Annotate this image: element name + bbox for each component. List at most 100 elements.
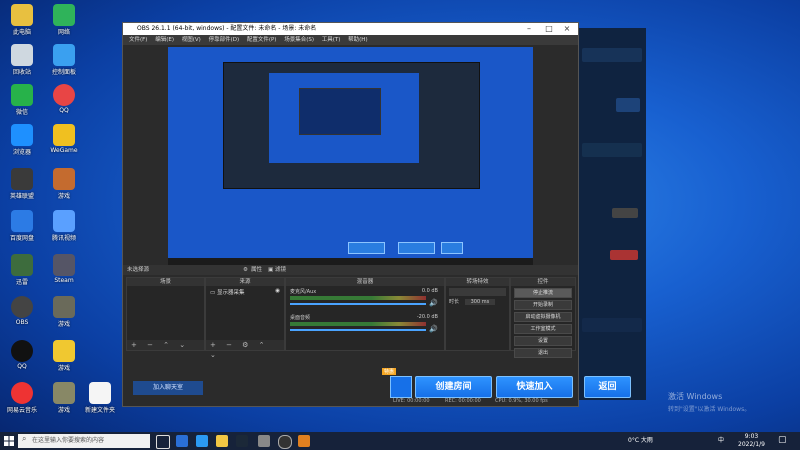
windows-start-icon[interactable] (4, 436, 14, 446)
desktop-icon-user[interactable]: 游戏 (44, 382, 84, 414)
edge-icon[interactable] (196, 435, 208, 447)
return-button[interactable]: 返回 (584, 376, 631, 398)
preview-quick-join (398, 242, 435, 254)
launcher-promo (582, 318, 642, 332)
join-chat-button[interactable]: 加入聊天室 (133, 381, 203, 395)
menu-file[interactable]: 文件(F) (129, 37, 147, 43)
taskbar-clock[interactable]: 9:03 2022/1/9 (738, 433, 765, 449)
menu-tools[interactable]: 工具(T) (322, 37, 341, 43)
filters-button[interactable]: 滤镜 (275, 265, 286, 275)
desktop-icon-netease[interactable]: 网易云音乐 (2, 382, 42, 414)
desktop-icon-wechat[interactable]: 微信 (2, 84, 42, 116)
desktop-icon-owl[interactable]: 游戏 (44, 340, 84, 372)
mixer-ch2-name: 桌面音频 (290, 315, 311, 321)
obs-window: OBS 26.1.1 (64-bit, windows) - 配置文件: 未命名… (122, 22, 579, 407)
desktop-icon-browser[interactable]: 浏览器 (2, 124, 42, 156)
activate-windows-hint: 转到"设置"以激活 Windows。 (668, 406, 751, 413)
mixer-ch2-db: -20.0 dB (416, 314, 438, 320)
game-taskbar-icon[interactable] (298, 435, 310, 447)
file-explorer-icon[interactable] (216, 435, 228, 447)
desktop-icon-obs[interactable]: OBS (2, 296, 42, 326)
controls-dock: 控件 停止推流 开始录制 启动虚拟摄像机 工作室模式 设置 退出 (510, 277, 576, 358)
quick-join-button[interactable]: 快速加入 (496, 376, 573, 398)
gear-icon[interactable]: ⚙ (243, 265, 248, 275)
no-source-selected: 未选择源 (127, 267, 150, 273)
menu-help[interactable]: 帮助(H) (348, 37, 367, 43)
scenes-dock-toolbar[interactable]: + − ⌃ ⌄ (127, 340, 204, 350)
scenes-dock: 场景 + − ⌃ ⌄ (126, 277, 205, 351)
edge-browser-icon[interactable] (176, 435, 188, 447)
obs-preview[interactable] (168, 47, 533, 267)
steam-icon[interactable] (236, 435, 248, 447)
eye-icon[interactable]: ◉ (275, 288, 280, 294)
filter-icon[interactable]: ▣ (268, 265, 273, 275)
obs-taskbar-icon[interactable] (278, 435, 292, 449)
mixer-ch1-slider[interactable] (290, 303, 426, 305)
desktop-icon-control[interactable]: 控制面板 (44, 44, 84, 76)
desktop-icon-xunlei[interactable]: 迅雷 (2, 254, 42, 286)
mixer-ch1-db: 0.0 dB (421, 288, 438, 294)
close-icon[interactable]: × (558, 23, 576, 35)
desktop-icon-this-pc[interactable]: 此电脑 (2, 4, 42, 36)
mixer-ch1-meter (290, 296, 426, 300)
studio-mode-button[interactable]: 工作室模式 (514, 324, 572, 334)
preview-return (441, 242, 463, 254)
duration-value[interactable]: 300 ms (464, 299, 496, 305)
recursive-preview-innermost (299, 88, 381, 135)
speaker-icon[interactable]: 🔊 (429, 299, 438, 307)
desktop-icon-game[interactable]: 游戏 (44, 168, 84, 200)
rec-status: REC: 00:00:00 (445, 398, 481, 404)
launcher-tab[interactable] (616, 98, 640, 112)
properties-button[interactable]: 属性 (251, 265, 262, 275)
mixer-dock-title: 混音器 (286, 278, 444, 286)
virtual-camera-button[interactable]: 启动虚拟摄像机 (514, 312, 572, 322)
weather-status[interactable]: 0°C 大雨 (628, 432, 653, 450)
speaker-icon-2[interactable]: 🔊 (429, 325, 438, 333)
search-icon: ⌕ (22, 434, 27, 443)
menu-docks[interactable]: 停靠部件(D) (209, 37, 240, 43)
desktop-icon-baidu[interactable]: 百度网盘 (2, 210, 42, 242)
store-icon[interactable] (390, 376, 412, 398)
start-recording-button[interactable]: 开始录制 (514, 300, 572, 310)
transitions-dock: 转场特效 时长 300 ms (445, 277, 510, 351)
desktop-icon-tank[interactable]: 游戏 (44, 296, 84, 328)
stop-streaming-button[interactable]: 停止推流 (514, 288, 572, 298)
mixer-ch2-slider[interactable] (290, 329, 426, 331)
maximize-icon[interactable]: □ (540, 23, 558, 35)
mixer-ch1-name: 麦克风/Aux (290, 289, 317, 295)
desktop-icon-lol[interactable]: 英雄联盟 (2, 168, 42, 200)
promo-tag: 特惠 (382, 368, 397, 375)
desktop-icon-network[interactable]: 网络 (44, 4, 84, 36)
task-view-icon[interactable] (156, 435, 170, 449)
recursive-preview (223, 62, 480, 189)
sources-dock: 来源 ▭ 显示器采集 ◉ + − ⚙ ⌃ ⌄ (205, 277, 285, 359)
desktop-icon-recycle[interactable]: 回收站 (2, 44, 42, 76)
obs-scene-bar: 未选择源 ⚙ 属性 ▣ 滤镜 (123, 265, 578, 275)
desktop-icon-steam[interactable]: Steam (44, 254, 84, 284)
obs-titlebar: OBS 26.1.1 (64-bit, windows) - 配置文件: 未命名… (123, 23, 578, 35)
source-item[interactable]: ▭ 显示器采集 ◉ (206, 286, 284, 298)
desktop-icon-tencent-video[interactable]: 腾讯视频 (44, 210, 84, 242)
transition-select[interactable] (449, 288, 506, 296)
preview-create-room (348, 242, 385, 254)
minimize-icon[interactable]: – (520, 23, 538, 35)
desktop-icon-qq[interactable]: QQ (44, 84, 84, 114)
taskbar-app-icon[interactable] (258, 435, 270, 447)
sources-dock-toolbar[interactable]: + − ⚙ ⌃ ⌄ (206, 340, 284, 359)
menu-profile[interactable]: 配置文件(P) (247, 37, 277, 43)
notification-icon[interactable]: ▢ (778, 435, 787, 445)
taskbar-search-input[interactable]: 在这里输入你要搜索的内容 (18, 434, 150, 448)
desktop-icon-wegame[interactable]: WeGame (44, 124, 84, 154)
menu-edit[interactable]: 编辑(E) (155, 37, 174, 43)
activate-windows-title: 激活 Windows (668, 392, 723, 401)
ime-indicator[interactable]: 中 (718, 432, 724, 450)
launcher-small-button[interactable] (612, 208, 638, 218)
desktop-icon-qq-2[interactable]: QQ (2, 340, 42, 370)
menu-view[interactable]: 视图(V) (182, 37, 201, 43)
desktop-icon-folder[interactable]: 新建文件夹 (80, 382, 120, 414)
settings-button[interactable]: 设置 (514, 336, 572, 346)
launcher-red-badge (610, 250, 638, 260)
create-room-button[interactable]: 创建房间 (415, 376, 492, 398)
menu-scene-collection[interactable]: 场景集合(S) (284, 37, 314, 43)
exit-button[interactable]: 退出 (514, 348, 572, 358)
